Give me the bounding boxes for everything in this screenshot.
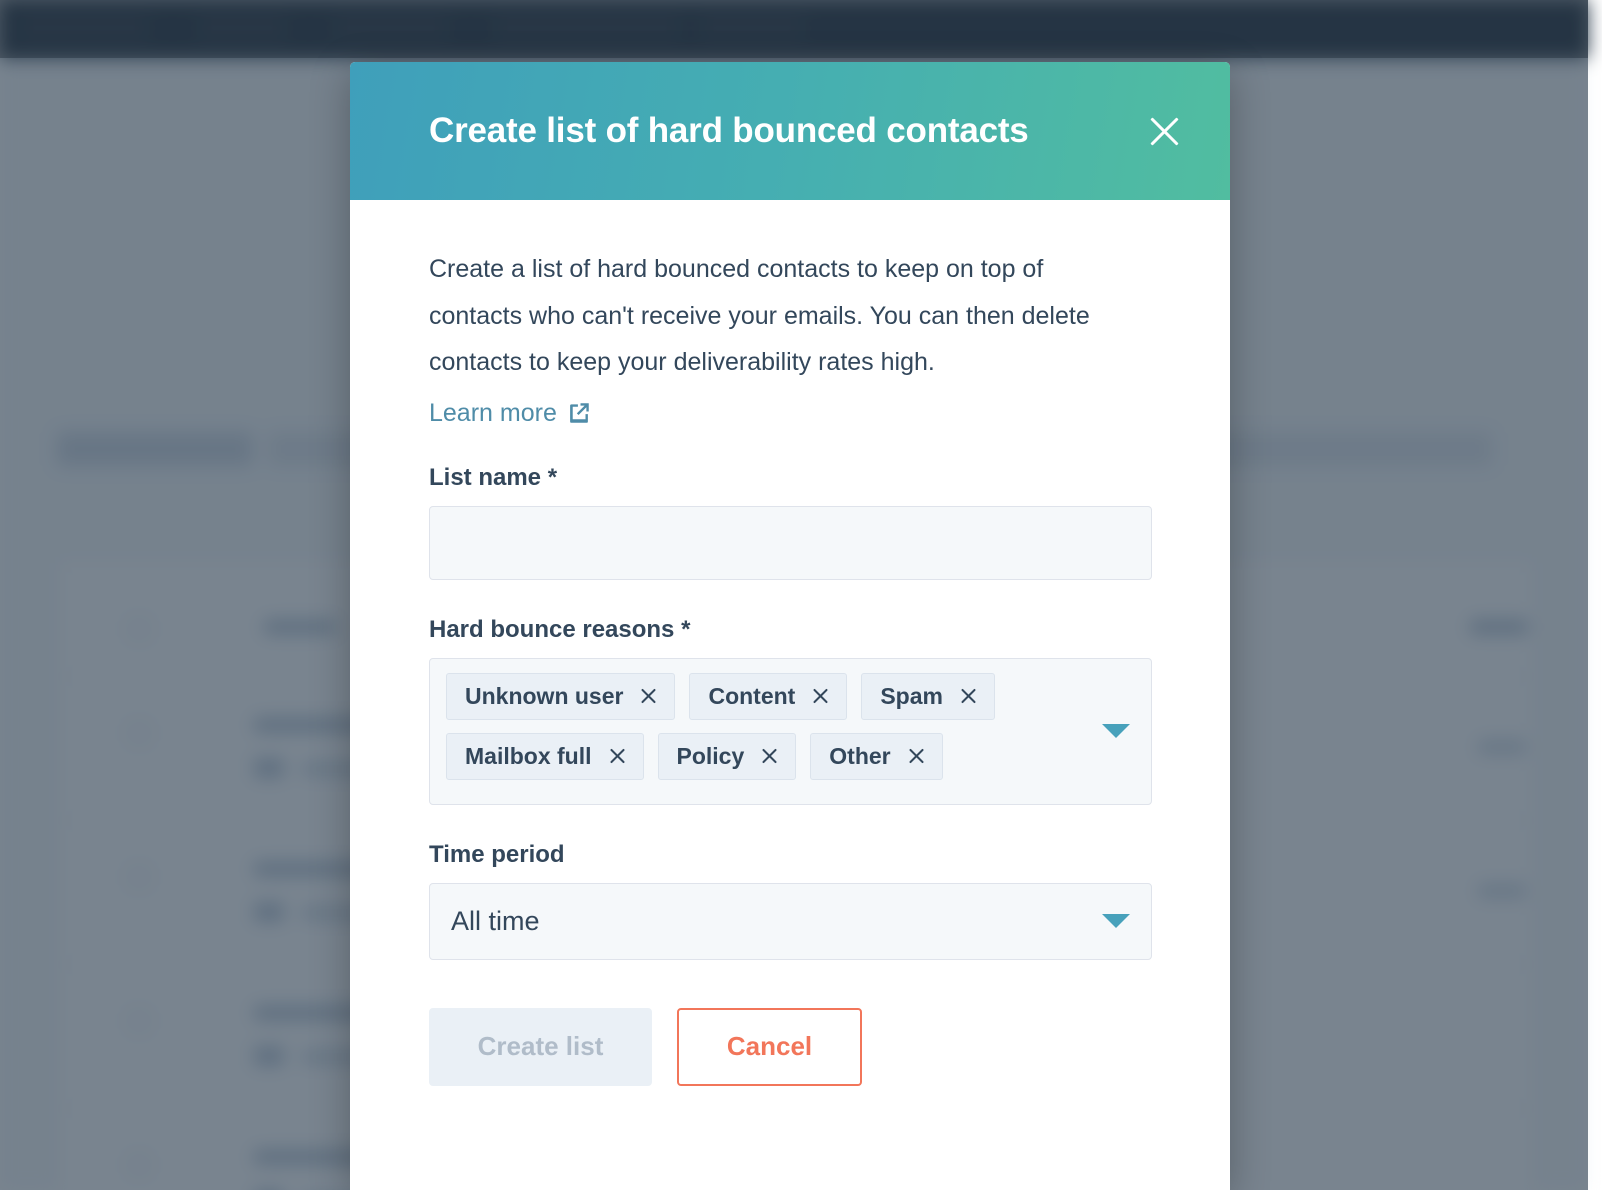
- chip-label: Unknown user: [465, 683, 623, 710]
- chip-label: Spam: [880, 683, 943, 710]
- screen: Create list of hard bounced contacts Cre…: [0, 0, 1602, 1190]
- list-name-field: List name *: [429, 464, 1151, 580]
- chip-remove-icon[interactable]: [959, 687, 978, 706]
- modal-description: Create a list of hard bounced contacts t…: [429, 246, 1141, 386]
- time-period-field: Time period All time: [429, 841, 1151, 960]
- close-icon[interactable]: [1142, 109, 1186, 153]
- create-list-button[interactable]: Create list: [429, 1008, 652, 1086]
- modal-overlay-scrim-nav: [0, 0, 1588, 58]
- chip[interactable]: Other: [810, 733, 942, 780]
- create-list-modal: Create list of hard bounced contacts Cre…: [350, 62, 1230, 1190]
- list-name-input[interactable]: [429, 506, 1152, 580]
- chip-remove-icon[interactable]: [639, 687, 658, 706]
- chip-label: Other: [829, 743, 890, 770]
- chip-remove-icon[interactable]: [608, 747, 627, 766]
- modal-title: Create list of hard bounced contacts: [429, 111, 1142, 151]
- modal-header: Create list of hard bounced contacts: [350, 62, 1230, 200]
- learn-more-link[interactable]: Learn more: [429, 399, 592, 428]
- chip-remove-icon[interactable]: [811, 687, 830, 706]
- modal-actions: Create list Cancel: [429, 1008, 1151, 1126]
- external-link-icon: [566, 400, 592, 426]
- hard-bounce-reasons-label: Hard bounce reasons *: [429, 616, 1151, 644]
- chip-remove-icon[interactable]: [760, 747, 779, 766]
- chevron-down-icon[interactable]: [1102, 724, 1130, 738]
- chevron-down-icon[interactable]: [1102, 914, 1130, 928]
- chip[interactable]: Policy: [658, 733, 797, 780]
- time-period-label: Time period: [429, 841, 1151, 869]
- learn-more-label: Learn more: [429, 399, 557, 428]
- chip-label: Policy: [677, 743, 745, 770]
- chip-label: Mailbox full: [465, 743, 592, 770]
- chip[interactable]: Mailbox full: [446, 733, 644, 780]
- chip-remove-icon[interactable]: [907, 747, 926, 766]
- chip[interactable]: Content: [689, 673, 847, 720]
- hard-bounce-reasons-field: Hard bounce reasons * Unknown user Conte…: [429, 616, 1151, 805]
- cancel-button[interactable]: Cancel: [677, 1008, 862, 1086]
- hard-bounce-reasons-multiselect[interactable]: Unknown user Content Spam Mailbox full: [429, 658, 1152, 805]
- chip-label: Content: [708, 683, 795, 710]
- time-period-select[interactable]: All time: [429, 883, 1152, 960]
- modal-body: Create a list of hard bounced contacts t…: [350, 200, 1230, 1126]
- chip[interactable]: Spam: [861, 673, 995, 720]
- chip[interactable]: Unknown user: [446, 673, 675, 720]
- time-period-value: All time: [451, 906, 540, 937]
- list-name-label: List name *: [429, 464, 1151, 492]
